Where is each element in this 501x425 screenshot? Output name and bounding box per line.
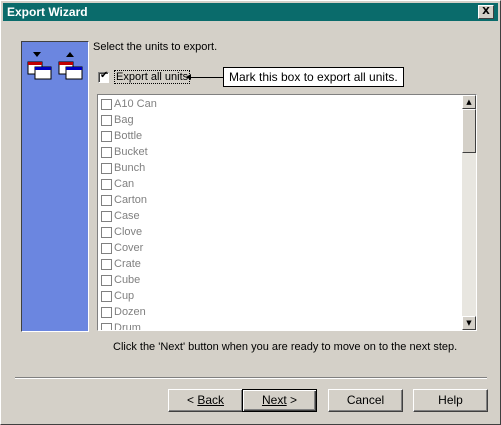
unit-label: Bucket [114,146,148,158]
export-all-label[interactable]: Export all units [114,70,191,84]
unit-list-item[interactable]: Bottle [101,128,157,144]
export-units-icon [27,52,83,80]
unit-checkbox[interactable] [101,242,112,254]
unit-list-item[interactable]: Can [101,176,157,192]
unit-list-item[interactable]: Case [101,208,157,224]
unit-checkbox[interactable] [101,130,112,142]
unit-label: A10 Can [114,98,157,110]
cancel-button[interactable]: Cancel [328,389,403,412]
callout-arrow-icon [186,74,223,80]
unit-checkbox[interactable] [101,226,112,238]
unit-checkbox[interactable] [101,146,112,158]
unit-list-item[interactable]: Clove [101,224,157,240]
unit-checkbox[interactable] [101,210,112,222]
units-listbox[interactable]: A10 Can Bag Bottle Bucket Bunch Can Carton Case… [97,94,477,331]
unit-list-item[interactable]: Carton [101,192,157,208]
unit-checkbox[interactable] [101,178,112,190]
unit-list-item[interactable]: Dozen [101,304,157,320]
back-button[interactable]: < Back [168,389,243,412]
export-all-checkbox-row[interactable]: Export all units [98,69,191,85]
unit-checkbox[interactable] [101,322,112,330]
back-arrow: < [186,393,198,407]
unit-label: Carton [114,194,148,206]
unit-list-item[interactable]: Crate [101,256,157,272]
unit-checkbox[interactable] [101,274,112,286]
unit-checkbox[interactable] [101,114,112,126]
instruction-text: Select the units to export. [93,41,218,53]
next-label: Next [261,393,287,407]
unit-list-item[interactable]: Bag [101,112,157,128]
next-button[interactable]: Next > [242,389,317,412]
export-all-checkbox[interactable] [98,70,109,83]
help-button[interactable]: Help [413,389,488,412]
unit-label: Cube [114,274,141,286]
back-label: Back [197,393,225,407]
unit-label: Bag [114,114,134,126]
title-bar[interactable]: Export Wizard X [3,3,498,21]
close-button[interactable]: X [478,5,494,19]
vertical-scrollbar[interactable]: ▲ ▼ [462,95,476,330]
unit-list-item[interactable]: Bucket [101,144,157,160]
callout-note: Mark this box to export all units. [223,67,404,87]
unit-checkbox[interactable] [101,290,112,302]
scroll-thumb[interactable] [462,109,476,153]
unit-checkbox[interactable] [101,98,112,110]
unit-list-item[interactable]: Cover [101,240,157,256]
unit-checkbox[interactable] [101,162,112,174]
unit-label: Cover [114,242,144,254]
unit-label: Clove [114,226,143,238]
unit-label: Cup [114,290,135,302]
units-list: A10 Can Bag Bottle Bucket Bunch Can Carton Case… [101,96,157,331]
scroll-up-button[interactable]: ▲ [462,95,476,109]
unit-list-item[interactable]: A10 Can [101,96,157,112]
next-arrow: > [286,393,298,407]
unit-label: Case [114,210,140,222]
unit-label: Bottle [114,130,143,142]
window-title: Export Wizard [7,5,88,19]
unit-list-item[interactable]: Cube [101,272,157,288]
unit-checkbox[interactable] [101,194,112,206]
next-step-hint: Click the 'Next' button when you are rea… [113,341,458,353]
separator-line [15,377,487,379]
unit-list-item[interactable]: Bunch [101,160,157,176]
unit-label: Bunch [114,162,146,174]
unit-checkbox[interactable] [101,306,112,318]
wizard-side-panel [21,41,89,332]
unit-list-item[interactable]: Cup [101,288,157,304]
unit-label: Drum [114,322,141,331]
unit-label: Dozen [114,306,146,318]
unit-list-item[interactable]: Drum [101,320,157,331]
unit-label: Can [114,178,135,190]
scroll-down-button[interactable]: ▼ [462,316,476,330]
unit-label: Crate [114,258,141,270]
unit-checkbox[interactable] [101,258,112,270]
export-wizard-window: Export Wizard X Select the units to expo… [0,0,501,425]
